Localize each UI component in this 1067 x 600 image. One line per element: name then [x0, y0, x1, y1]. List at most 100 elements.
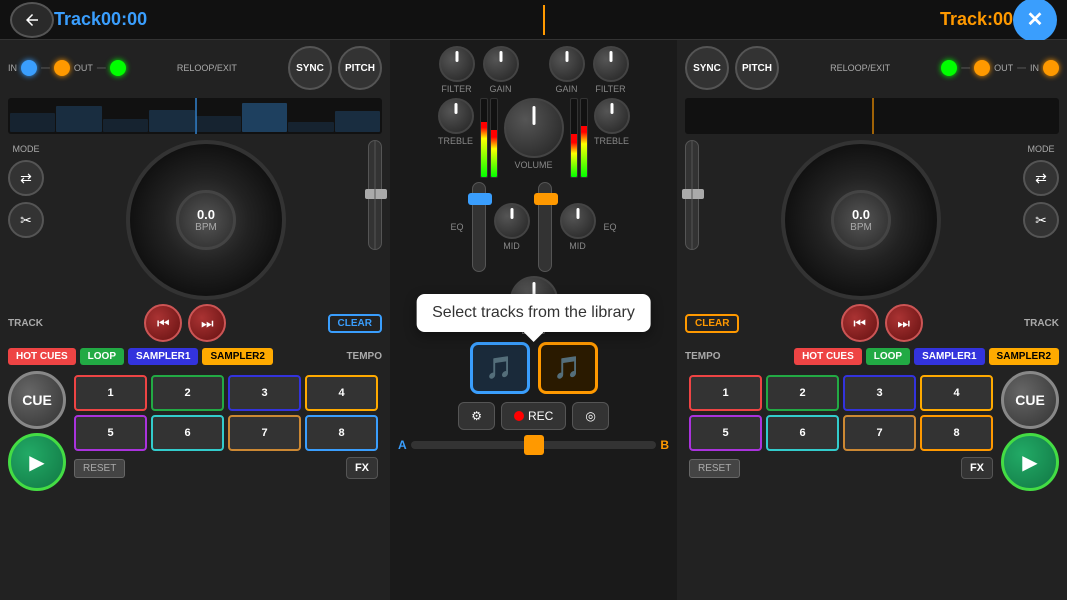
pitch-fader-thumb-right — [682, 189, 704, 199]
mid-left-knob[interactable] — [494, 203, 530, 239]
volume-knob[interactable] — [504, 98, 564, 158]
treble-right-label: TREBLE — [594, 136, 629, 146]
sampler2-tab-left[interactable]: SAMPLER2 — [202, 348, 272, 365]
pad-1-left[interactable]: 1 — [74, 375, 147, 411]
target-button[interactable]: ◎ — [572, 402, 608, 430]
fx-button-left[interactable]: FX — [346, 457, 378, 479]
back-button[interactable] — [10, 2, 54, 38]
pitch-fader-right[interactable] — [685, 140, 699, 250]
rec-dot — [514, 411, 524, 421]
pad-4-left[interactable]: 4 — [305, 375, 378, 411]
pad-7-right[interactable]: 7 — [843, 415, 916, 451]
tempo-label-right: TEMPO — [685, 351, 721, 362]
crossfader-row: A B — [390, 434, 677, 456]
time-left: 00:00 — [101, 9, 147, 30]
clear-button-right[interactable]: CLEAR — [685, 314, 739, 333]
pad-1-right[interactable]: 1 — [689, 375, 762, 411]
sampler1-tab-right[interactable]: SAMPLER1 — [914, 348, 984, 365]
pad-2-right[interactable]: 2 — [766, 375, 839, 411]
pad-7-left[interactable]: 7 — [228, 415, 301, 451]
mode-icon1-right[interactable]: ⇄ — [1023, 160, 1059, 196]
prev-track-button-right[interactable]: ⏮ — [841, 304, 879, 342]
cue-button-right[interactable]: CUE — [1001, 371, 1059, 429]
prev-track-button-left[interactable]: ⏮ — [144, 304, 182, 342]
treble-right-knob[interactable] — [594, 98, 630, 134]
sampler2-tab-right[interactable]: SAMPLER2 — [989, 348, 1059, 365]
pad-8-right[interactable]: 8 — [920, 415, 993, 451]
next-track-button-right[interactable]: ⏭ — [885, 304, 923, 342]
hot-cues-tab-right[interactable]: HOT CUES — [794, 348, 862, 365]
pad-6-left[interactable]: 6 — [151, 415, 224, 451]
vu-meters-left — [480, 98, 498, 178]
filter-right-knob[interactable] — [593, 46, 629, 82]
bpm-value-right: 0.0 — [852, 207, 870, 222]
loop-tab-left[interactable]: LOOP — [80, 348, 124, 365]
pad-2-left[interactable]: 2 — [151, 375, 224, 411]
bpm-unit-left: BPM — [195, 222, 217, 233]
mode-tabs-right: TEMPO HOT CUES LOOP SAMPLER1 SAMPLER2 — [677, 346, 1067, 367]
channel-fader-right[interactable] — [538, 182, 552, 272]
pad-5-right[interactable]: 5 — [689, 415, 762, 451]
mid-right-knob[interactable] — [560, 203, 596, 239]
pitch-fader-left[interactable] — [368, 140, 382, 250]
mixer-center: FILTER GAIN GAIN FILTER TREBLE — [390, 40, 677, 600]
in-led-left — [21, 60, 37, 76]
play-button-left[interactable]: ▶ — [8, 433, 66, 491]
lib-left-icon: 🎵 — [486, 355, 513, 381]
mix-button[interactable]: ⚙ — [458, 402, 495, 430]
turntable-right[interactable]: 0.0 BPM — [781, 140, 941, 300]
pad-6-right[interactable]: 6 — [766, 415, 839, 451]
cue-button-left[interactable]: CUE — [8, 371, 66, 429]
mixer-top-knobs: FILTER GAIN GAIN FILTER — [390, 40, 677, 96]
sync-button-right[interactable]: SYNC — [685, 46, 729, 90]
crossfader-thumb — [524, 435, 544, 455]
deck-left: IN – OUT – RELOOP/EXIT SYNC PITCH — [0, 40, 390, 600]
hot-cues-tab-left[interactable]: HOT CUES — [8, 348, 76, 365]
reset-button-left[interactable]: RESET — [74, 459, 125, 478]
mid-left-label: MID — [503, 241, 520, 251]
close-icon: ✕ — [1027, 7, 1044, 32]
gain-right-label: GAIN — [555, 84, 577, 94]
next-track-button-left[interactable]: ⏭ — [188, 304, 226, 342]
pitch-button-left[interactable]: PITCH — [338, 46, 382, 90]
bottom-right: CUE ▶ 1 2 3 4 5 6 7 8 RESET FX — [677, 367, 1067, 495]
turntable-row-right: 0.0 BPM MODE ⇄ ✂ — [677, 136, 1067, 300]
sampler1-tab-left[interactable]: SAMPLER1 — [128, 348, 198, 365]
mode-tabs-left: HOT CUES LOOP SAMPLER1 SAMPLER2 TEMPO — [0, 346, 390, 367]
vu-meters-right — [570, 98, 588, 178]
bpm-value-left: 0.0 — [197, 207, 215, 222]
mode-icon2-left[interactable]: ✂ — [8, 202, 44, 238]
turntable-left[interactable]: 0.0 BPM — [126, 140, 286, 300]
pad-3-left[interactable]: 3 — [228, 375, 301, 411]
filter-left-knob[interactable] — [439, 46, 475, 82]
treble-left-knob[interactable] — [438, 98, 474, 134]
pad-5-left[interactable]: 5 — [74, 415, 147, 451]
crossfader[interactable] — [411, 441, 657, 449]
sync-button-left[interactable]: SYNC — [288, 46, 332, 90]
play-button-right[interactable]: ▶ — [1001, 433, 1059, 491]
reset-button-right[interactable]: RESET — [689, 459, 740, 478]
deck-right-controls-row: SYNC PITCH RELOOP/EXIT – OUT – IN — [677, 40, 1067, 96]
mode-icon2-right[interactable]: ✂ — [1023, 202, 1059, 238]
close-button[interactable]: ✕ — [1013, 0, 1057, 42]
gain-left-knob[interactable] — [483, 46, 519, 82]
track-controls-left: TRACK ⏮ ⏭ CLEAR — [0, 300, 390, 346]
library-button-right[interactable]: 🎵 — [538, 342, 598, 394]
channel-fader-left[interactable] — [472, 182, 486, 272]
filter-right-label: FILTER — [595, 84, 625, 94]
mode-icon1-left[interactable]: ⇄ — [8, 160, 44, 196]
rec-button[interactable]: REC — [501, 402, 566, 430]
pad-8-left[interactable]: 8 — [305, 415, 378, 451]
gain-right-knob[interactable] — [549, 46, 585, 82]
fader-row: EQ MID MID EQ — [390, 180, 677, 274]
loop-tab-right[interactable]: LOOP — [866, 348, 910, 365]
track-left-label: Track — [54, 9, 101, 30]
turntable-center-left: 0.0 BPM — [176, 190, 236, 250]
pad-4-right[interactable]: 4 — [920, 375, 993, 411]
clear-button-left[interactable]: CLEAR — [328, 314, 382, 333]
pitch-button-right[interactable]: PITCH — [735, 46, 779, 90]
fx-button-right[interactable]: FX — [961, 457, 993, 479]
library-button-left[interactable]: 🎵 — [470, 342, 530, 394]
bottom-left: CUE ▶ 1 2 3 4 5 6 7 8 RESET FX — [0, 367, 390, 495]
pad-3-right[interactable]: 3 — [843, 375, 916, 411]
